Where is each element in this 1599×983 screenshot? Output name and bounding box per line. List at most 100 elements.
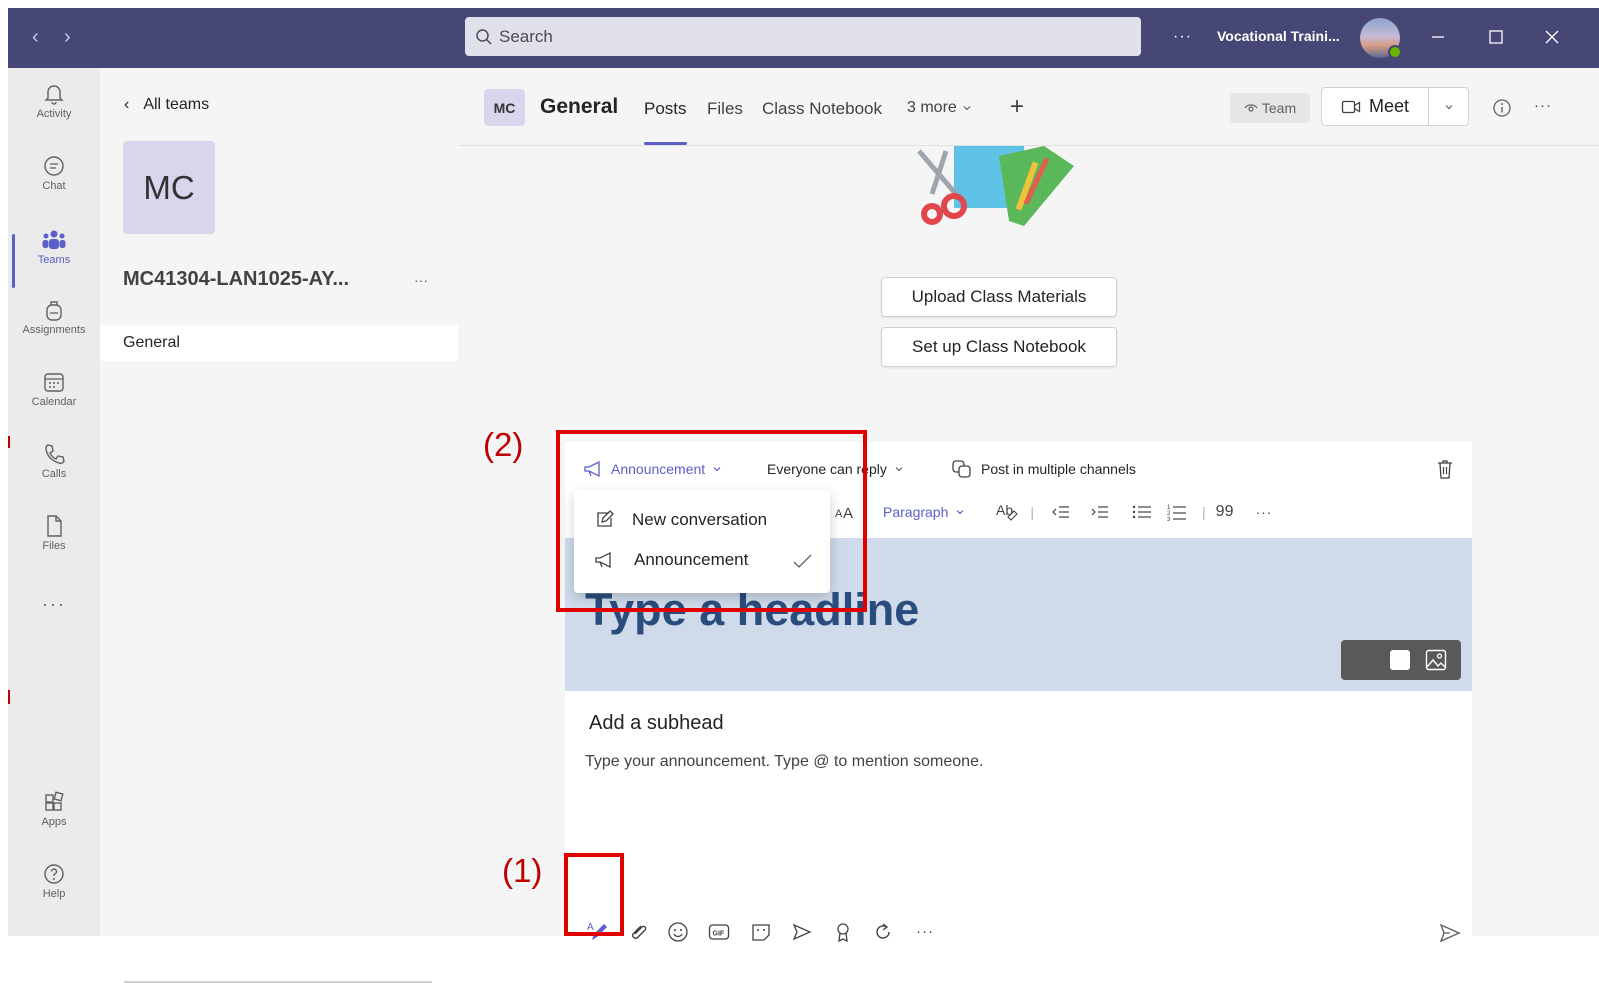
- channel-item-general[interactable]: General: [100, 325, 458, 361]
- chevron-left-icon: ‹: [124, 96, 130, 113]
- rail-calendar[interactable]: Calendar: [8, 370, 100, 436]
- rail-files[interactable]: Files: [8, 514, 100, 580]
- bulleted-list-icon: [1132, 505, 1152, 519]
- sticker-icon[interactable]: [750, 921, 772, 943]
- search-box[interactable]: [465, 17, 1141, 56]
- avatar[interactable]: [1360, 18, 1402, 59]
- outdent-icon: [1052, 506, 1070, 518]
- format-pen-icon[interactable]: A: [586, 919, 610, 943]
- bulleted-list-button[interactable]: [1122, 504, 1162, 520]
- backpack-icon: [46, 301, 62, 321]
- rail-label: Help: [42, 888, 66, 900]
- menu-item-new-conversation[interactable]: New conversation: [594, 510, 767, 530]
- reply-setting-label: Everyone can reply: [767, 461, 887, 477]
- titlebar-more-button[interactable]: ···: [1173, 28, 1192, 46]
- minimize-icon: [1432, 36, 1444, 38]
- set-up-class-notebook-button[interactable]: Set up Class Notebook: [881, 327, 1117, 367]
- image-icon[interactable]: [1425, 649, 1447, 671]
- channel-info-button[interactable]: [1492, 98, 1512, 118]
- search-input[interactable]: [499, 26, 1099, 47]
- attach-icon[interactable]: [628, 922, 648, 942]
- more-icon: ···: [42, 594, 66, 614]
- chevron-down-icon: [956, 510, 964, 515]
- send-icon[interactable]: [1438, 921, 1462, 945]
- status-available-icon: [1388, 45, 1402, 59]
- rail-more-apps[interactable]: ···: [8, 594, 100, 660]
- rail-assignments[interactable]: Assignments: [8, 298, 100, 364]
- tab-class-notebook[interactable]: Class Notebook: [762, 99, 882, 119]
- subhead-input[interactable]: Add a subhead: [589, 712, 724, 735]
- decrease-indent-button[interactable]: [1044, 504, 1078, 520]
- banner-color-icon[interactable]: [1389, 649, 1411, 671]
- help-icon: [44, 864, 64, 884]
- emoji-icon[interactable]: [667, 921, 689, 943]
- rail-calls[interactable]: Calls: [8, 442, 100, 508]
- forward-arrow-icon[interactable]: ›: [64, 26, 71, 49]
- megaphone-icon: [595, 551, 611, 569]
- channel-more-button[interactable]: ···: [1534, 97, 1552, 114]
- post-multiple-channels-button[interactable]: Post in multiple channels: [951, 459, 1136, 479]
- rail-label: Calls: [41, 468, 67, 480]
- title-bar: ‹ › ··· Vocational Traini...: [8, 8, 1599, 68]
- clear-format-button[interactable]: Ab: [996, 502, 1020, 522]
- rail-apps[interactable]: Apps: [8, 790, 100, 856]
- format-more-button[interactable]: ···: [1255, 504, 1272, 520]
- more-options-button[interactable]: ···: [916, 923, 934, 940]
- increase-indent-button[interactable]: [1078, 504, 1122, 520]
- rail-label: Assignments: [22, 324, 86, 336]
- meet-main-button[interactable]: Meet: [1322, 88, 1429, 125]
- channel-title: General: [540, 95, 619, 118]
- composer-bottom-toolbar: A GIF ···: [458, 913, 1599, 953]
- upload-class-materials-button[interactable]: Upload Class Materials: [881, 277, 1117, 317]
- back-arrow-icon[interactable]: ‹: [32, 26, 39, 49]
- rail-activity[interactable]: Activity: [8, 82, 100, 148]
- team-more-button[interactable]: ···: [414, 272, 428, 288]
- meet-button[interactable]: Meet: [1321, 87, 1469, 126]
- maximize-button[interactable]: [1478, 20, 1514, 54]
- rail-help[interactable]: Help: [8, 862, 100, 928]
- announcement-body-input[interactable]: Type your announcement. Type @ to mentio…: [585, 753, 983, 771]
- font-size-button[interactable]: AA: [825, 504, 865, 520]
- bell-icon: [44, 85, 64, 105]
- chat-icon: [44, 156, 64, 176]
- loop-icon[interactable]: [872, 921, 894, 943]
- tab-files[interactable]: Files: [707, 99, 743, 119]
- discard-button[interactable]: [1435, 458, 1455, 480]
- svg-text:3: 3: [1167, 517, 1171, 521]
- minimize-button[interactable]: [1420, 20, 1456, 54]
- all-teams-label: All teams: [143, 96, 210, 113]
- tab-posts[interactable]: Posts: [644, 99, 687, 119]
- apps-icon: [45, 791, 64, 811]
- quote-button[interactable]: 99: [1216, 503, 1234, 521]
- reply-setting-dropdown[interactable]: Everyone can reply: [767, 461, 905, 477]
- info-icon: [1493, 99, 1511, 117]
- active-tab-indicator: [644, 142, 687, 145]
- all-teams-link[interactable]: ‹ All teams: [124, 96, 209, 114]
- chevron-down-icon: [895, 467, 903, 472]
- org-name[interactable]: Vocational Traini...: [1217, 28, 1340, 44]
- meet-options-button[interactable]: [1429, 88, 1468, 125]
- praise-icon[interactable]: [833, 921, 853, 943]
- team-button[interactable]: Team: [1230, 93, 1310, 123]
- toolbar-separator: |: [1202, 504, 1206, 520]
- menu-item-announcement[interactable]: Announcement: [594, 550, 748, 570]
- paragraph-dropdown[interactable]: Paragraph: [883, 504, 966, 520]
- close-window-button[interactable]: [1534, 20, 1570, 54]
- rail-label: Teams: [37, 254, 71, 266]
- send-later-icon[interactable]: [791, 921, 813, 943]
- tab-more[interactable]: 3 more: [907, 99, 972, 117]
- post-type-dropdown[interactable]: Announcement: [583, 460, 723, 478]
- add-tab-button[interactable]: +: [1010, 93, 1024, 121]
- clear-format-icon: Ab: [996, 502, 1019, 521]
- teams-panel: ‹ All teams MC MC41304-LAN1025-AY... ···…: [100, 68, 458, 983]
- maximize-icon: [1489, 30, 1503, 44]
- rail-teams[interactable]: Teams: [8, 228, 100, 294]
- rail-edge-mark: [8, 690, 10, 704]
- rail-chat[interactable]: Chat: [8, 154, 100, 220]
- numbered-list-button[interactable]: 123: [1162, 503, 1192, 521]
- gif-icon[interactable]: GIF: [708, 922, 730, 942]
- indent-icon: [1091, 506, 1109, 518]
- rail-label: Chat: [42, 180, 66, 192]
- phone-icon: [45, 444, 65, 465]
- paragraph-label: Paragraph: [883, 504, 949, 520]
